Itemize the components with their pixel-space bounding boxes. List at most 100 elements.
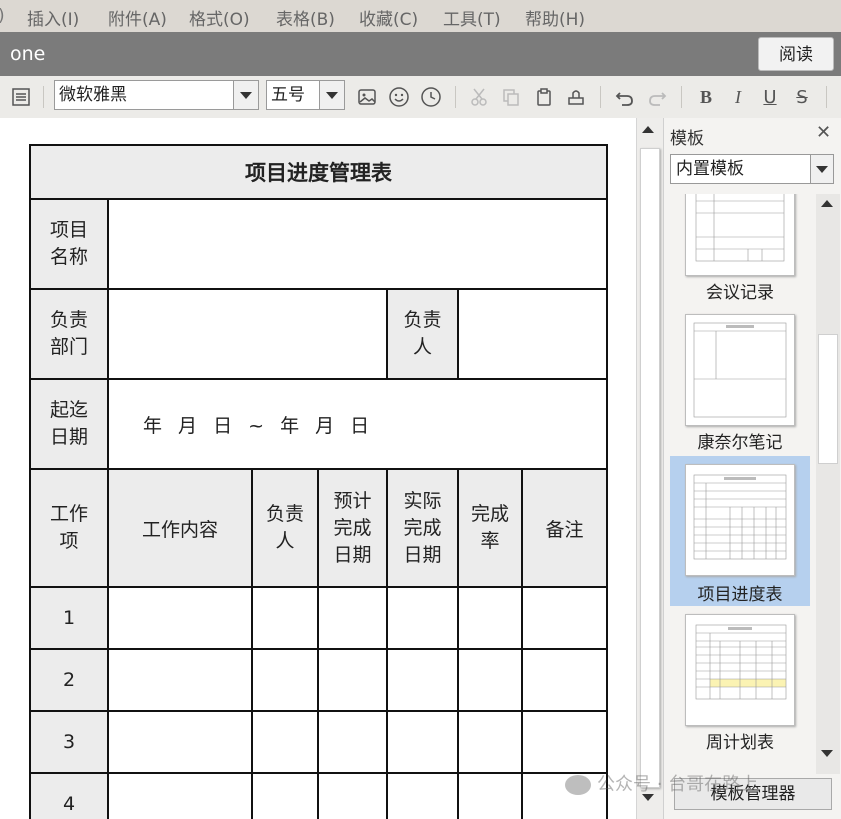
template-source-select[interactable]: 内置模板: [670, 154, 834, 184]
header-actual-date[interactable]: 实际完成日期: [386, 468, 459, 588]
table-cell[interactable]: [107, 648, 253, 712]
template-item-cornell[interactable]: 康奈尔笔记: [670, 314, 810, 454]
table-cell[interactable]: [107, 710, 253, 774]
redo-icon[interactable]: [644, 84, 670, 110]
font-name-select[interactable]: 微软雅黑: [54, 80, 259, 110]
owner-label-text: 负责人: [403, 309, 442, 358]
table-cell[interactable]: [457, 648, 523, 712]
table-cell[interactable]: [457, 772, 523, 819]
template-item-meeting[interactable]: 会议记录: [670, 194, 810, 304]
chevron-down-icon[interactable]: [319, 81, 344, 109]
chevron-down-icon[interactable]: [233, 81, 258, 109]
table-cell[interactable]: [107, 586, 253, 650]
template-thumbnail: [685, 194, 795, 276]
table-cell[interactable]: [386, 772, 459, 819]
bold-icon[interactable]: B: [693, 84, 719, 110]
header-planned-date-text: 预计完成日期: [333, 489, 372, 566]
table-cell[interactable]: [251, 648, 319, 712]
watermark: 公众号 · 台哥在路上: [565, 770, 758, 796]
scroll-up-icon[interactable]: [642, 126, 654, 133]
document-scrollbar[interactable]: [636, 118, 664, 819]
header-work-item[interactable]: 工作项: [29, 468, 109, 588]
date-range-cell[interactable]: 年 月 日 ~ 年 月 日: [107, 378, 608, 470]
undo-icon[interactable]: [612, 84, 638, 110]
table-cell[interactable]: [457, 586, 523, 650]
toolbar-divider: [600, 86, 601, 108]
scroll-up-icon[interactable]: [821, 200, 833, 207]
emoji-icon[interactable]: [386, 84, 412, 110]
department-cell[interactable]: [107, 288, 388, 380]
table-cell[interactable]: [251, 710, 319, 774]
font-size-select[interactable]: 五号: [266, 80, 345, 110]
header-notes[interactable]: 备注: [521, 468, 608, 588]
header-planned-date[interactable]: 预计完成日期: [317, 468, 388, 588]
menu-attachment[interactable]: 附件(A): [108, 5, 167, 30]
project-name-cell[interactable]: [107, 198, 608, 290]
table-row: 2: [29, 648, 608, 712]
table-cell[interactable]: [107, 772, 253, 819]
paste-icon[interactable]: [531, 84, 557, 110]
table-cell[interactable]: [457, 710, 523, 774]
table-cell[interactable]: [317, 648, 388, 712]
row-number[interactable]: 4: [29, 772, 109, 819]
table-cell[interactable]: [386, 710, 459, 774]
table-cell[interactable]: [317, 772, 388, 819]
menu-insert[interactable]: 插入(I): [27, 5, 79, 30]
copy-icon[interactable]: [498, 84, 524, 110]
table-cell[interactable]: [386, 648, 459, 712]
font-size-value: 五号: [271, 85, 305, 105]
project-name-label[interactable]: 项目名称: [29, 198, 109, 290]
template-item-weekly[interactable]: 周计划表: [670, 614, 810, 754]
template-thumbnail: [685, 314, 795, 426]
menu-help[interactable]: 帮助(H): [525, 5, 585, 30]
underline-icon[interactable]: U: [757, 84, 783, 110]
menu-table[interactable]: 表格(B): [276, 5, 335, 30]
close-icon[interactable]: ✕: [816, 122, 831, 143]
scroll-down-icon[interactable]: [821, 750, 833, 757]
menu-bar: ) 插入(I) 附件(A) 格式(O) 表格(B) 收藏(C) 工具(T) 帮助…: [0, 0, 841, 32]
table-cell[interactable]: [317, 586, 388, 650]
menu-tools[interactable]: 工具(T): [443, 5, 501, 30]
image-icon[interactable]: [354, 84, 380, 110]
strikethrough-icon[interactable]: S: [789, 84, 815, 110]
cut-icon[interactable]: [466, 84, 492, 110]
chevron-down-icon[interactable]: [810, 155, 833, 183]
table-cell[interactable]: [386, 586, 459, 650]
owner-label[interactable]: 负责人: [386, 288, 459, 380]
department-label[interactable]: 负责部门: [29, 288, 109, 380]
table-cell[interactable]: [317, 710, 388, 774]
table-cell[interactable]: [521, 648, 608, 712]
table-cell[interactable]: [521, 710, 608, 774]
italic-icon[interactable]: I: [725, 84, 751, 110]
scrollbar-thumb[interactable]: [818, 334, 838, 464]
row-number[interactable]: 2: [29, 648, 109, 712]
table-row: 1: [29, 586, 608, 650]
header-completion[interactable]: 完成率: [457, 468, 523, 588]
list-icon[interactable]: [8, 84, 34, 110]
toolbar-divider: [43, 86, 44, 108]
table-cell[interactable]: [251, 772, 319, 819]
toolbar-divider: [826, 86, 827, 108]
template-item-progress[interactable]: 项目进度表: [670, 456, 810, 606]
row-number[interactable]: 1: [29, 586, 109, 650]
format-painter-icon[interactable]: [563, 84, 589, 110]
document-area[interactable]: 项目进度管理表 项目名称 负责部门 负责人 起迄日期 年 月 日 ~ 年 月 日…: [0, 118, 636, 819]
dates-label[interactable]: 起迄日期: [29, 378, 109, 470]
note-title-bar: one: [0, 32, 841, 76]
menu-format[interactable]: 格式(O): [189, 5, 250, 30]
scrollbar-thumb[interactable]: [640, 148, 660, 788]
template-scrollbar[interactable]: [816, 194, 840, 774]
read-button[interactable]: 阅读: [758, 37, 834, 71]
header-content[interactable]: 工作内容: [107, 468, 253, 588]
table-cell[interactable]: [251, 586, 319, 650]
note-title[interactable]: one: [10, 43, 45, 65]
owner-cell[interactable]: [457, 288, 608, 380]
header-owner[interactable]: 负责人: [251, 468, 319, 588]
row-number[interactable]: 3: [29, 710, 109, 774]
table-title[interactable]: 项目进度管理表: [29, 144, 608, 200]
progress-table: 项目进度管理表 项目名称 负责部门 负责人 起迄日期 年 月 日 ~ 年 月 日…: [29, 144, 608, 819]
table-cell[interactable]: [521, 586, 608, 650]
menu-favorites[interactable]: 收藏(C): [359, 5, 418, 30]
clock-icon[interactable]: [418, 84, 444, 110]
project-name-label-text: 项目名称: [49, 219, 88, 268]
